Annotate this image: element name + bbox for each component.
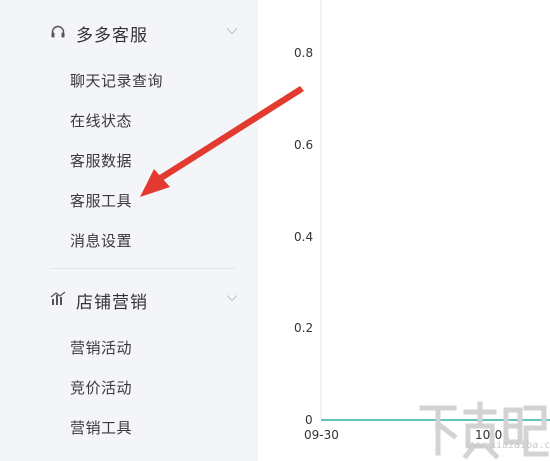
- y-tick-label: 0.8: [294, 46, 314, 60]
- bar-chart-icon: [50, 291, 66, 305]
- y-tick-label: 0: [305, 413, 313, 427]
- chevron-down-icon[interactable]: [226, 27, 238, 35]
- menu-item-service-tools[interactable]: 客服工具: [70, 190, 132, 211]
- menu-item-marketing-activities[interactable]: 营销活动: [70, 337, 132, 358]
- group-header-store-marketing[interactable]: 店铺营销: [0, 284, 258, 314]
- watermark-logo: [419, 401, 549, 460]
- menu-item-online-status[interactable]: 在线状态: [70, 110, 132, 131]
- divider: [50, 268, 236, 269]
- menu-item-bidding-activities[interactable]: 竞价活动: [70, 377, 132, 398]
- y-tick-label: 0.2: [294, 321, 314, 335]
- watermark-url: www.xiazaiba.com: [466, 440, 550, 451]
- menu-item-service-data[interactable]: 客服数据: [70, 150, 132, 171]
- sidebar: 多多客服 聊天记录查询 在线状态 客服数据 客服工具 消息设置 店铺营销 营销活…: [0, 0, 258, 461]
- headset-icon: [51, 25, 65, 38]
- chevron-down-icon[interactable]: [226, 294, 238, 302]
- menu-item-message-settings[interactable]: 消息设置: [70, 230, 132, 251]
- y-tick-label: 0.4: [294, 230, 314, 244]
- group-title: 多多客服: [76, 26, 148, 46]
- group-title: 店铺营销: [76, 293, 148, 313]
- y-tick-label: 0.6: [294, 138, 314, 152]
- menu-item-chat-records[interactable]: 聊天记录查询: [70, 70, 163, 91]
- x-tick-label: 09-30: [304, 428, 339, 442]
- menu-item-marketing-tools[interactable]: 营销工具: [70, 417, 132, 438]
- group-header-customer-service[interactable]: 多多客服: [0, 17, 258, 47]
